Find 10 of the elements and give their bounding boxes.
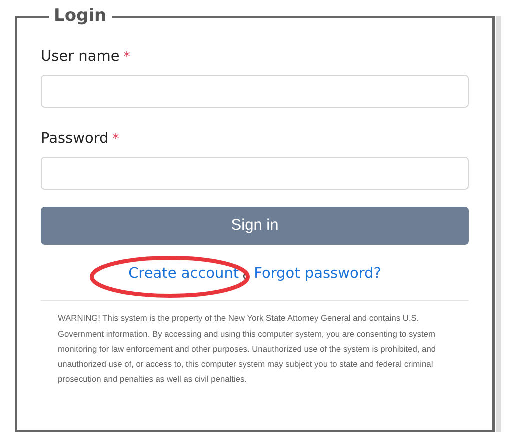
field-label: User name [41, 48, 120, 67]
warning-text: WARNING! This system is the property of the New York State Attorney General and contains U.S. Government information. By accessing and using this computer system, you are consenting to system monitoring for law enforcement and other purposes. Unauthorized use of the system is prohibited, and unauthorized use of, or access to, this computer system may subject you to state and federal criminal prosecution and penalties as well as civil penalties. [58, 312, 438, 386]
field-label: Password [41, 130, 109, 149]
forgot-password-link[interactable]: Forgot password? [254, 264, 382, 286]
input-field[interactable] [41, 156, 469, 190]
required-mark: * [124, 49, 130, 67]
sign-in-button[interactable]: Sign in [41, 206, 469, 244]
login-legend: Login [49, 6, 112, 26]
required-mark: * [112, 130, 120, 149]
input-field[interactable] [41, 74, 469, 108]
